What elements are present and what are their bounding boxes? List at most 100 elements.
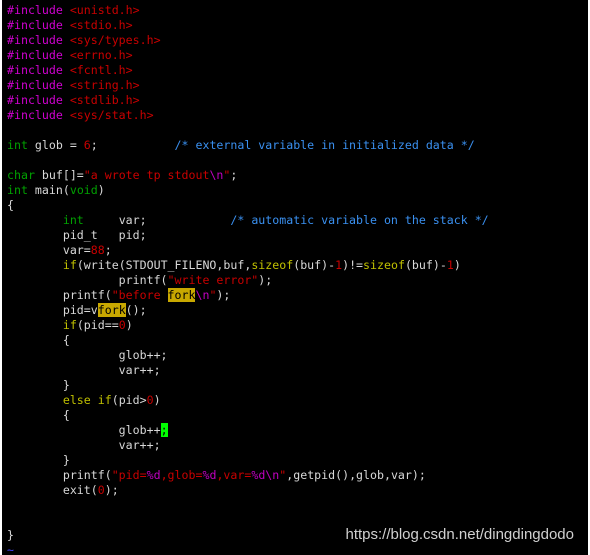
code-token: "pid= [111, 468, 147, 482]
code-token: (); [125, 303, 147, 317]
code-token: <stdlib.h> [62, 93, 140, 107]
code-line: { [7, 198, 489, 213]
code-token: <fcntl.h> [62, 63, 133, 77]
code-line: var++; [7, 363, 489, 378]
code-token: "a wrote tp stdout [83, 168, 210, 182]
code-token: %d\n [251, 468, 280, 482]
code-token: ); [216, 288, 231, 302]
code-token: else if [62, 393, 112, 407]
code-line: pid=vfork(); [7, 303, 489, 318]
code-token: sizeof [363, 258, 405, 272]
code-token: ) [125, 318, 133, 332]
search-match: fork [167, 288, 196, 302]
code-token: int [7, 138, 28, 152]
code-line: pid_t pid; [7, 228, 489, 243]
code-token: ,var= [216, 468, 252, 482]
code-token: 0 [146, 393, 154, 407]
code-token: 1 [446, 258, 454, 272]
code-token: 0 [97, 483, 105, 497]
code-token: <string.h> [62, 78, 140, 92]
code-token: { [7, 408, 70, 422]
code-token: #include [7, 93, 63, 107]
code-token: sizeof [251, 258, 294, 272]
code-token: (pid> [111, 393, 147, 407]
code-token: (buf)- [404, 258, 447, 272]
code-line: #include <errno.h> [7, 48, 489, 63]
code-token: } [7, 528, 14, 542]
code-token: #include [7, 3, 63, 17]
code-token: ); [104, 483, 119, 497]
code-line: #include <string.h> [7, 78, 489, 93]
vim-editor[interactable]: #include <unistd.h> #include <stdio.h> #in… [2, 0, 588, 555]
code-token: )!= [342, 258, 364, 272]
code-line: var=88; [7, 243, 489, 258]
code-token: if [62, 258, 77, 272]
code-token: var= [7, 243, 91, 257]
code-line: int main(void) [7, 183, 489, 198]
code-token: ; [230, 168, 238, 182]
code-token: var; [83, 213, 231, 227]
code-line: printf("pid=%d,glob=%d,var=%d\n",getpid(… [7, 468, 489, 483]
code-token: ,getpid(),glob,var); [286, 468, 426, 482]
code-token: 6 [83, 138, 91, 152]
code-line: printf("before fork\n"); [7, 288, 489, 303]
code-token: (buf)- [293, 258, 336, 272]
code-token: <errno.h> [62, 48, 133, 62]
code-token: #include [7, 63, 63, 77]
code-token: { [7, 198, 14, 212]
code-token: printf( [7, 273, 168, 287]
code-token: "before [111, 288, 168, 302]
code-token: main( [27, 183, 70, 197]
code-token: void [69, 183, 98, 197]
code-line: #include <sys/types.h> [7, 33, 489, 48]
code-token: var++; [7, 438, 161, 452]
code-token: var++; [7, 363, 161, 377]
code-token: ; [90, 138, 175, 152]
code-token: \n [209, 168, 224, 182]
code-token: #include [7, 18, 63, 32]
code-token: "write error" [167, 273, 259, 287]
code-token: 88 [90, 243, 105, 257]
code-token: <stdio.h> [62, 18, 133, 32]
code-line: glob++; [7, 348, 489, 363]
code-line: #include <fcntl.h> [7, 63, 489, 78]
code-line: char buf[]="a wrote tp stdout\n"; [7, 168, 489, 183]
code-token: ,glob= [160, 468, 203, 482]
code-token: glob++; [7, 348, 168, 362]
code-line: #include <stdio.h> [7, 18, 489, 33]
code-token: (write(STDOUT_FILENO,buf, [76, 258, 252, 272]
code-token: if [62, 318, 77, 332]
code-token: <unistd.h> [62, 3, 140, 17]
code-token: ) [453, 258, 461, 272]
code-token: (pid== [76, 318, 119, 332]
code-line: { [7, 408, 489, 423]
code-token: pid_t pid; [7, 228, 147, 242]
code-line: if(pid==0) [7, 318, 489, 333]
code-token: int [7, 183, 28, 197]
code-token: exit( [7, 483, 98, 497]
code-buffer[interactable]: #include <unistd.h> #include <stdio.h> #in… [7, 3, 489, 555]
text-cursor: ; [160, 423, 168, 437]
code-line: else if(pid>0) [7, 393, 489, 408]
code-token: \n [195, 288, 210, 302]
code-line: ~ [7, 543, 489, 555]
code-token: glob = [27, 138, 84, 152]
code-line: glob++; [7, 423, 489, 438]
code-line: var++; [7, 438, 489, 453]
code-token: int [62, 213, 84, 227]
code-token: { [7, 333, 70, 347]
code-token: ~ [7, 543, 14, 555]
code-line: { [7, 333, 489, 348]
code-token: #include [7, 108, 63, 122]
code-token: <sys/types.h> [62, 33, 161, 47]
code-token: %d [146, 468, 161, 482]
code-token: printf( [7, 468, 112, 482]
code-line: int var; /* automatic variable on the st… [7, 213, 489, 228]
code-line: #include <stdlib.h> [7, 93, 489, 108]
code-token: #include [7, 48, 63, 62]
code-token: ; [104, 243, 112, 257]
